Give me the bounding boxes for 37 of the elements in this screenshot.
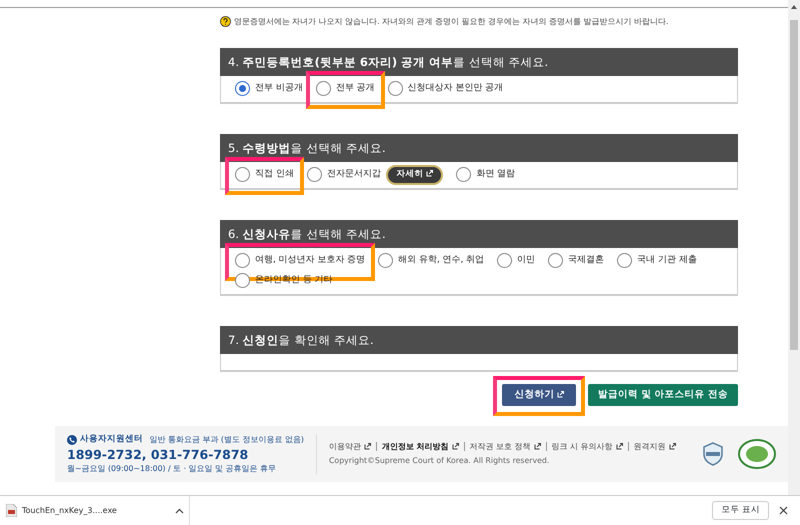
section-heading: 4. 주민등록번호(뒷부분 6자리) 공개 여부를 선택해 주세요. <box>220 48 738 76</box>
section-heading: 6. 신청사유를 선택해 주세요. <box>220 220 738 248</box>
radio-option[interactable]: 전부 비공개 <box>235 78 303 99</box>
section-heading: 7. 신청인을 확인해 주세요. <box>220 326 738 354</box>
support-center-title: 사용자지원센터 <box>80 433 143 446</box>
radio-option[interactable]: 화면 열람 <box>456 164 516 185</box>
show-all-button[interactable]: 모두 표시 <box>712 501 769 520</box>
radio-option[interactable]: 국내 기관 제출 <box>617 250 697 271</box>
external-link-icon <box>616 443 623 450</box>
submit-button[interactable]: 신청하기 <box>502 384 576 406</box>
phone-icon <box>67 434 77 445</box>
radio-option[interactable]: 이민 <box>497 250 536 271</box>
external-link-icon <box>557 390 564 398</box>
external-link-icon <box>426 170 434 178</box>
certification-seal-icon <box>738 438 776 469</box>
scroll-up-icon[interactable] <box>790 4 798 10</box>
phone-number: 1899-2732, 031-776-7878 <box>67 446 250 462</box>
external-link-icon <box>364 443 371 450</box>
section-heading: 5. 수령방법을 선택해 주세요. <box>220 134 738 162</box>
caret-icon[interactable] <box>174 508 184 514</box>
download-file-name[interactable]: TouchEn_nxKey_3....exe <box>22 504 117 516</box>
radio-option[interactable]: 전자문서지갑 <box>306 164 381 185</box>
radio-option[interactable]: 전부 공개 <box>316 78 375 99</box>
radio-option[interactable]: 국제결혼 <box>548 250 604 271</box>
radio-option[interactable]: 직접 인쇄 <box>235 164 294 185</box>
external-link-icon <box>668 443 676 450</box>
file-icon <box>6 504 16 517</box>
question-icon <box>220 16 231 28</box>
radio-option[interactable]: 여행, 미성년자 보호자 증명 <box>235 250 366 271</box>
close-icon[interactable] <box>779 506 788 515</box>
external-link-icon <box>534 443 541 450</box>
radio-option[interactable]: 신청대상자 본인만 공개 <box>388 78 504 99</box>
scrollbar-thumb[interactable] <box>790 20 798 350</box>
external-link-icon <box>452 443 459 450</box>
history-transfer-button[interactable]: 발급이력 및 아포스티유 전송 <box>588 384 738 406</box>
radio-option[interactable]: 해외 유학, 연수, 취업 <box>378 250 484 271</box>
details-button[interactable]: 자세히 <box>386 164 444 185</box>
